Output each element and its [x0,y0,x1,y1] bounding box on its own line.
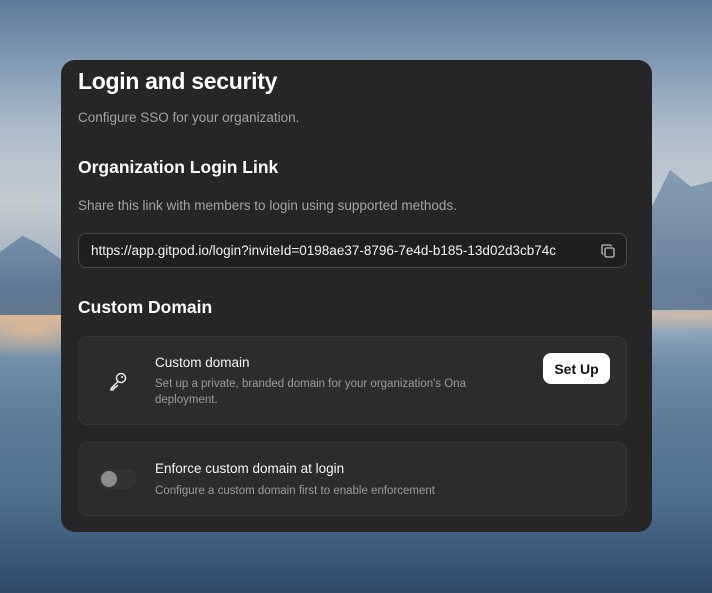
background-mountain-right [642,170,712,310]
set-up-button[interactable]: Set Up [543,353,610,384]
copy-icon[interactable] [600,243,616,259]
custom-domain-heading: Custom Domain [78,297,213,317]
login-link-field[interactable]: https://app.gitpod.io/login?inviteId=019… [78,233,627,268]
page-title: Login and security [78,68,278,94]
toggle-knob [101,471,117,487]
enforce-domain-description: Configure a custom domain first to enabl… [155,485,435,497]
custom-domain-title: Custom domain [155,355,250,370]
login-link-description: Share this link with members to login us… [78,198,457,213]
enforce-domain-toggle[interactable] [99,469,137,489]
login-security-card: Login and security Configure SSO for you… [61,60,652,532]
login-link-heading: Organization Login Link [78,157,279,177]
key-icon [110,372,127,391]
custom-domain-description: Set up a private, branded domain for you… [155,378,466,406]
custom-domain-panel: Custom domain Set up a private, branded … [78,336,627,425]
enforce-domain-title: Enforce custom domain at login [155,461,345,476]
enforce-domain-panel: Enforce custom domain at login Configure… [78,442,627,516]
page-subtitle: Configure SSO for your organization. [78,110,300,125]
login-link-url[interactable]: https://app.gitpod.io/login?inviteId=019… [91,243,591,258]
